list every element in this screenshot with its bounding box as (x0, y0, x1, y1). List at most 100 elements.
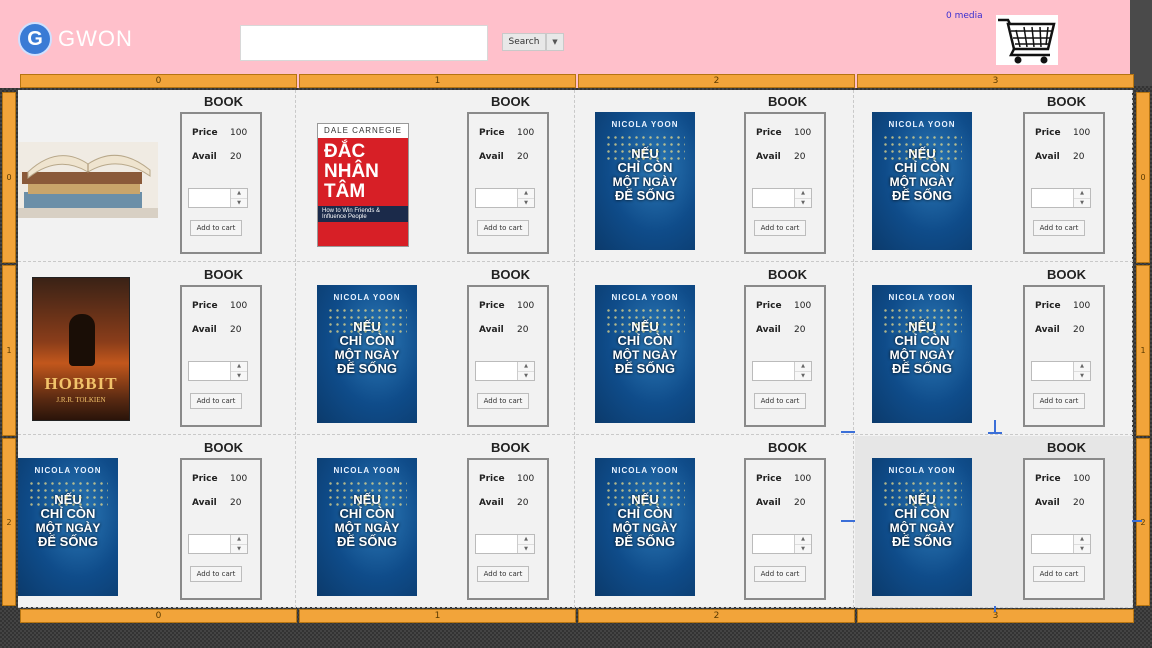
add-to-cart-button[interactable]: Add to cart (190, 393, 242, 409)
quantity-stepper[interactable]: ▲ ▼ (1031, 361, 1091, 381)
stepper-arrows[interactable]: ▲ ▼ (517, 362, 534, 380)
chevron-up-icon[interactable]: ▲ (518, 189, 534, 199)
stepper-arrows[interactable]: ▲ ▼ (517, 535, 534, 553)
chevron-down-icon[interactable]: ▼ (518, 372, 534, 381)
add-to-cart-button[interactable]: Add to cart (1033, 393, 1085, 409)
avail-label: Avail (756, 152, 781, 162)
quantity-stepper[interactable]: ▲ ▼ (188, 361, 248, 381)
quantity-stepper[interactable]: ▲ ▼ (752, 534, 812, 554)
chevron-up-icon[interactable]: ▲ (231, 535, 247, 545)
price-value: 100 (794, 474, 812, 484)
product-title: BOOK (768, 94, 807, 109)
product-card[interactable]: NICOLA YOON NẾU CHỈ CÒN MỘT NGÀY ĐỂ SỐNG… (576, 263, 854, 435)
add-to-cart-button[interactable]: Add to cart (190, 566, 242, 582)
quantity-stepper[interactable]: ▲ ▼ (752, 361, 812, 381)
cover-author: NICOLA YOON (333, 466, 401, 475)
row-ruler-right-1: 1 (1136, 265, 1150, 436)
avail-value: 20 (1073, 152, 1085, 162)
stepper-arrows[interactable]: ▲ ▼ (517, 189, 534, 207)
stepper-arrows[interactable]: ▲ ▼ (1073, 362, 1090, 380)
stepper-arrows[interactable]: ▲ ▼ (1073, 535, 1090, 553)
product-info-panel: Price 100 Avail 20 ▲ ▼ Add to cart (180, 458, 262, 600)
chevron-down-icon[interactable]: ▼ (1074, 372, 1090, 381)
chevron-down-icon[interactable]: ▼ (518, 199, 534, 208)
cover-title-line: MỘT NGÀY (334, 348, 400, 362)
price-value: 100 (517, 128, 535, 138)
stepper-arrows[interactable]: ▲ ▼ (794, 189, 811, 207)
chevron-down-icon[interactable]: ▼ (1074, 199, 1090, 208)
chevron-down-icon[interactable]: ▼ (795, 545, 811, 554)
product-card[interactable]: NICOLA YOON NẾU CHỈ CÒN MỘT NGÀY ĐỂ SỐNG… (855, 90, 1133, 262)
product-card[interactable]: NICOLA YOON NẾU CHỈ CÒN MỘT NGÀY ĐỂ SỐNG… (855, 263, 1133, 435)
product-card[interactable]: NICOLA YOON NẾU CHỈ CÒN MỘT NGÀY ĐỂ SỐNG… (576, 436, 854, 608)
chevron-down-icon[interactable]: ▼ (518, 545, 534, 554)
quantity-stepper[interactable]: ▲ ▼ (752, 188, 812, 208)
add-to-cart-button[interactable]: Add to cart (1033, 220, 1085, 236)
chevron-up-icon[interactable]: ▲ (795, 362, 811, 372)
stepper-arrows[interactable]: ▲ ▼ (1073, 189, 1090, 207)
product-card[interactable]: BOOK Price 100 Avail 20 ▲ ▼ Add to cart (18, 90, 296, 262)
product-title: BOOK (491, 440, 530, 455)
quantity-stepper[interactable]: ▲ ▼ (475, 188, 535, 208)
quantity-stepper[interactable]: ▲ ▼ (475, 361, 535, 381)
avail-value: 20 (794, 325, 806, 335)
media-count[interactable]: 0 media (946, 11, 983, 21)
quantity-stepper[interactable]: ▲ ▼ (1031, 188, 1091, 208)
chevron-up-icon[interactable]: ▲ (1074, 189, 1090, 199)
product-card[interactable]: NICOLA YOON NẾU CHỈ CÒN MỘT NGÀY ĐỂ SỐNG… (576, 90, 854, 262)
add-to-cart-button[interactable]: Add to cart (754, 393, 806, 409)
cover-dots-decoration (327, 307, 407, 337)
chevron-down-icon[interactable]: ▼ (1074, 545, 1090, 554)
price-label: Price (756, 301, 782, 311)
quantity-stepper[interactable]: ▲ ▼ (1031, 534, 1091, 554)
chevron-down-icon[interactable]: ▼ (795, 372, 811, 381)
stepper-arrows[interactable]: ▲ ▼ (230, 362, 247, 380)
stepper-arrows[interactable]: ▲ ▼ (230, 189, 247, 207)
chevron-down-icon[interactable]: ▼ (795, 199, 811, 208)
product-card[interactable]: NICOLA YOON NẾU CHỈ CÒN MỘT NGÀY ĐỂ SỐNG… (297, 436, 575, 608)
cover-dots-decoration (28, 480, 108, 510)
chevron-down-icon[interactable]: ▼ (231, 372, 247, 381)
chevron-up-icon[interactable]: ▲ (1074, 362, 1090, 372)
product-title: BOOK (204, 440, 243, 455)
cover-title-line: ĐỂ SỐNG (337, 534, 397, 549)
cover-author: NICOLA YOON (611, 293, 679, 302)
add-to-cart-button[interactable]: Add to cart (477, 220, 529, 236)
product-card[interactable]: DALE CARNEGIE ĐẮC NHÂN TÂM How to Win Fr… (297, 90, 575, 262)
chevron-up-icon[interactable]: ▲ (1074, 535, 1090, 545)
chevron-up-icon[interactable]: ▲ (795, 535, 811, 545)
cover-author: J.R.R. TOLKIEN (56, 396, 106, 404)
chevron-up-icon[interactable]: ▲ (518, 535, 534, 545)
chevron-up-icon[interactable]: ▲ (795, 189, 811, 199)
search-button[interactable]: Search (502, 33, 546, 51)
stepper-arrows[interactable]: ▲ ▼ (230, 535, 247, 553)
add-to-cart-button[interactable]: Add to cart (754, 566, 806, 582)
chevron-down-icon[interactable]: ▼ (231, 545, 247, 554)
cover-author: NICOLA YOON (333, 293, 401, 302)
quantity-stepper[interactable]: ▲ ▼ (188, 534, 248, 554)
product-card[interactable]: NICOLA YOON NẾU CHỈ CÒN MỘT NGÀY ĐỂ SỐNG… (855, 436, 1133, 608)
product-info-panel: Price 100 Avail 20 ▲ ▼ Add to cart (744, 112, 826, 254)
chevron-up-icon[interactable]: ▲ (231, 189, 247, 199)
chevron-up-icon[interactable]: ▲ (518, 362, 534, 372)
quantity-stepper[interactable]: ▲ ▼ (188, 188, 248, 208)
stepper-arrows[interactable]: ▲ ▼ (794, 362, 811, 380)
stepper-arrows[interactable]: ▲ ▼ (794, 535, 811, 553)
add-to-cart-button[interactable]: Add to cart (477, 566, 529, 582)
product-card[interactable]: NICOLA YOON NẾU CHỈ CÒN MỘT NGÀY ĐỂ SỐNG… (18, 436, 296, 608)
quantity-stepper[interactable]: ▲ ▼ (475, 534, 535, 554)
product-card[interactable]: NICOLA YOON NẾU CHỈ CÒN MỘT NGÀY ĐỂ SỐNG… (297, 263, 575, 435)
chevron-up-icon[interactable]: ▲ (231, 362, 247, 372)
product-title: BOOK (1047, 440, 1086, 455)
price-label: Price (192, 301, 218, 311)
shopping-cart-icon[interactable] (996, 15, 1058, 65)
search-dropdown-icon[interactable]: ▼ (546, 33, 564, 51)
add-to-cart-button[interactable]: Add to cart (754, 220, 806, 236)
add-to-cart-button[interactable]: Add to cart (1033, 566, 1085, 582)
logo[interactable]: G GWON (18, 22, 133, 56)
search-input[interactable] (240, 25, 488, 61)
product-card[interactable]: HOBBIT J.R.R. TOLKIEN BOOK Price 100 Avail 2… (18, 263, 296, 435)
add-to-cart-button[interactable]: Add to cart (477, 393, 529, 409)
chevron-down-icon[interactable]: ▼ (231, 199, 247, 208)
add-to-cart-button[interactable]: Add to cart (190, 220, 242, 236)
